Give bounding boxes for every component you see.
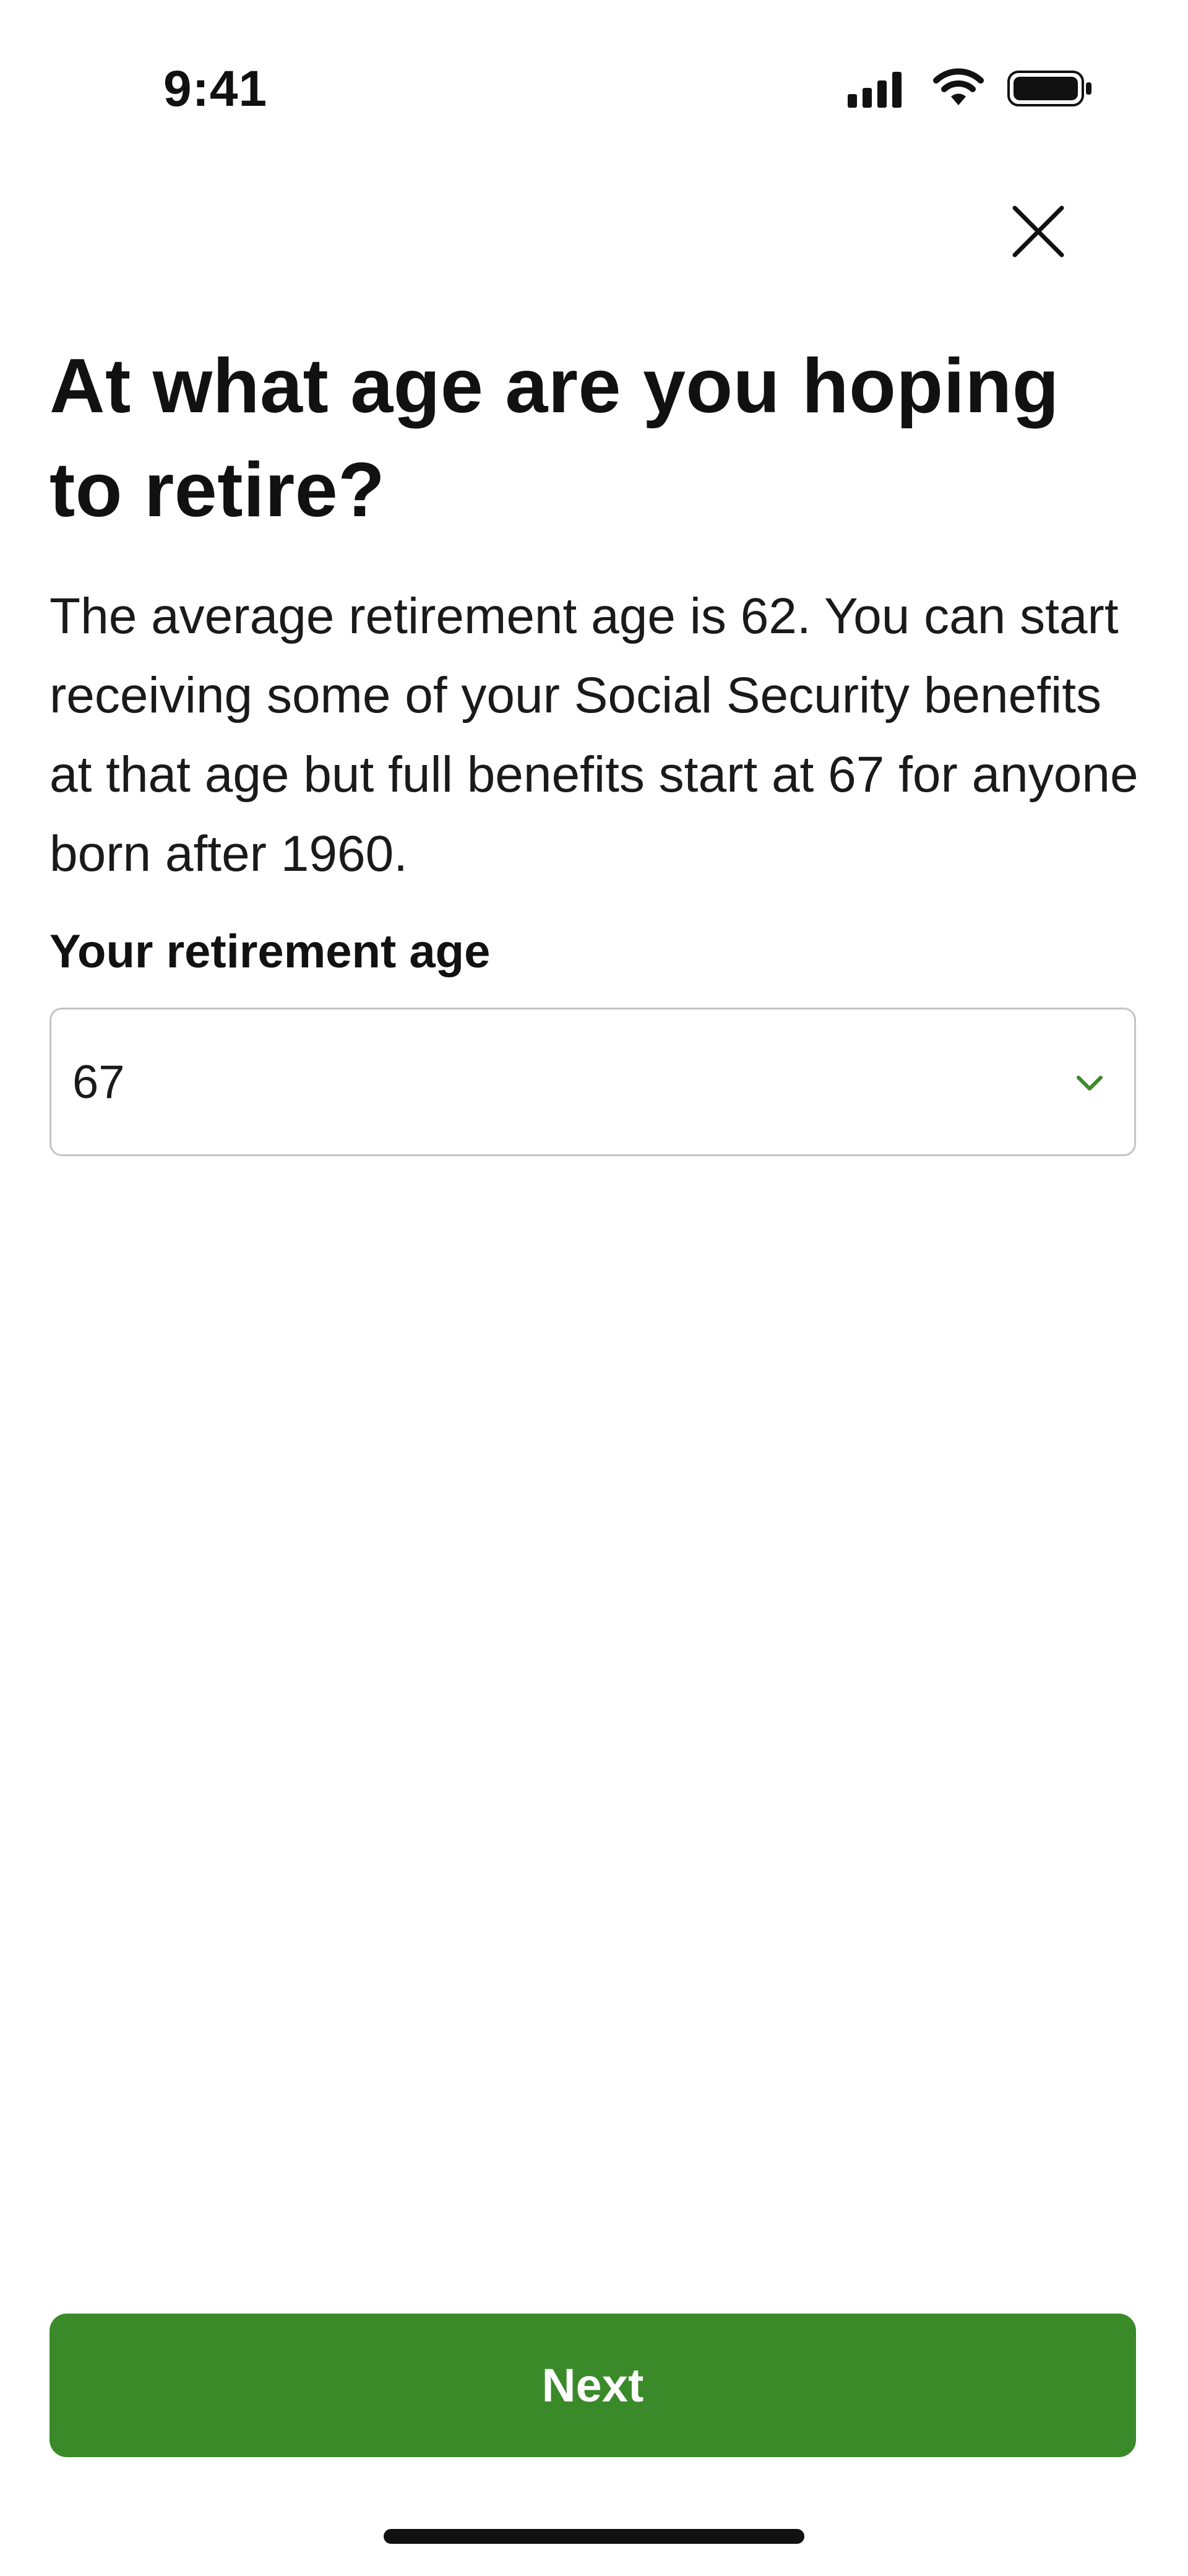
page-description: The average retirement age is 62. You ca… [50,588,1138,882]
wifi-icon [933,68,984,105]
retirement-age-value: 67 [72,1056,125,1109]
battery-icon [1007,71,1091,106]
retirement-age-select[interactable]: 67 [50,1008,1136,1156]
close-button[interactable] [1001,194,1075,269]
status-time: 9:41 [163,61,268,117]
status-bar: 9:41 [0,0,1188,142]
home-indicator [384,2529,804,2544]
chevron-down-icon [1077,1076,1103,1091]
retirement-age-label: Your retirement age [50,925,491,978]
cellular-signal-icon [848,72,902,108]
page-title: At what age are you hoping to retire? [50,344,1060,533]
close-icon [1012,205,1064,257]
next-button[interactable]: Next [50,2314,1136,2457]
